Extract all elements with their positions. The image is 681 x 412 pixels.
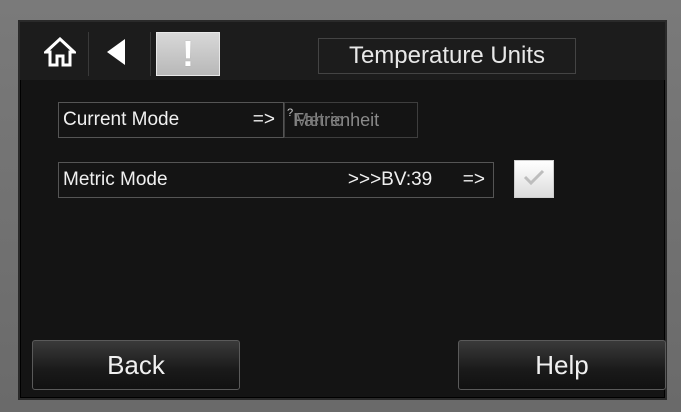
metric-mode-value: >>>BV:39 => xyxy=(348,169,493,191)
metric-mode-bv-value: >>>BV:39 xyxy=(347,169,433,190)
back-arrow-button[interactable] xyxy=(90,32,142,76)
top-bar: ! Temperature Units xyxy=(20,22,665,80)
metric-mode-checkbox[interactable] xyxy=(514,160,554,198)
back-arrow-icon xyxy=(103,37,129,72)
alert-button[interactable]: ! xyxy=(156,32,220,76)
current-mode-label: Current Mode => xyxy=(58,102,284,138)
metric-mode-text: Metric Mode xyxy=(63,169,168,190)
page-title: Temperature Units xyxy=(318,38,576,74)
touch-screen: ! Temperature Units Current Mode => ? Fa… xyxy=(18,20,667,400)
exclamation-icon: ! xyxy=(182,33,194,74)
divider xyxy=(88,32,89,76)
divider xyxy=(150,32,151,76)
back-button[interactable]: Back xyxy=(32,340,240,390)
current-mode-value-stack: Fahrenheit Metric xyxy=(293,110,379,131)
home-button[interactable] xyxy=(34,32,86,76)
back-button-label: Back xyxy=(107,349,165,380)
current-mode-value: ? Fahrenheit Metric xyxy=(284,102,418,138)
checkmark-icon xyxy=(523,168,545,191)
metric-mode-label: Metric Mode >>>BV:39 => xyxy=(58,162,494,198)
current-mode-text: Current Mode xyxy=(63,109,180,130)
help-button[interactable]: Help xyxy=(458,340,666,390)
metric-mode-arrow: => xyxy=(462,169,485,190)
current-mode-overlay-text: Metric xyxy=(294,109,344,130)
home-icon xyxy=(42,36,78,72)
page-title-text: Temperature Units xyxy=(348,42,546,69)
current-mode-arrow: => xyxy=(252,109,275,130)
help-button-label: Help xyxy=(535,349,589,380)
